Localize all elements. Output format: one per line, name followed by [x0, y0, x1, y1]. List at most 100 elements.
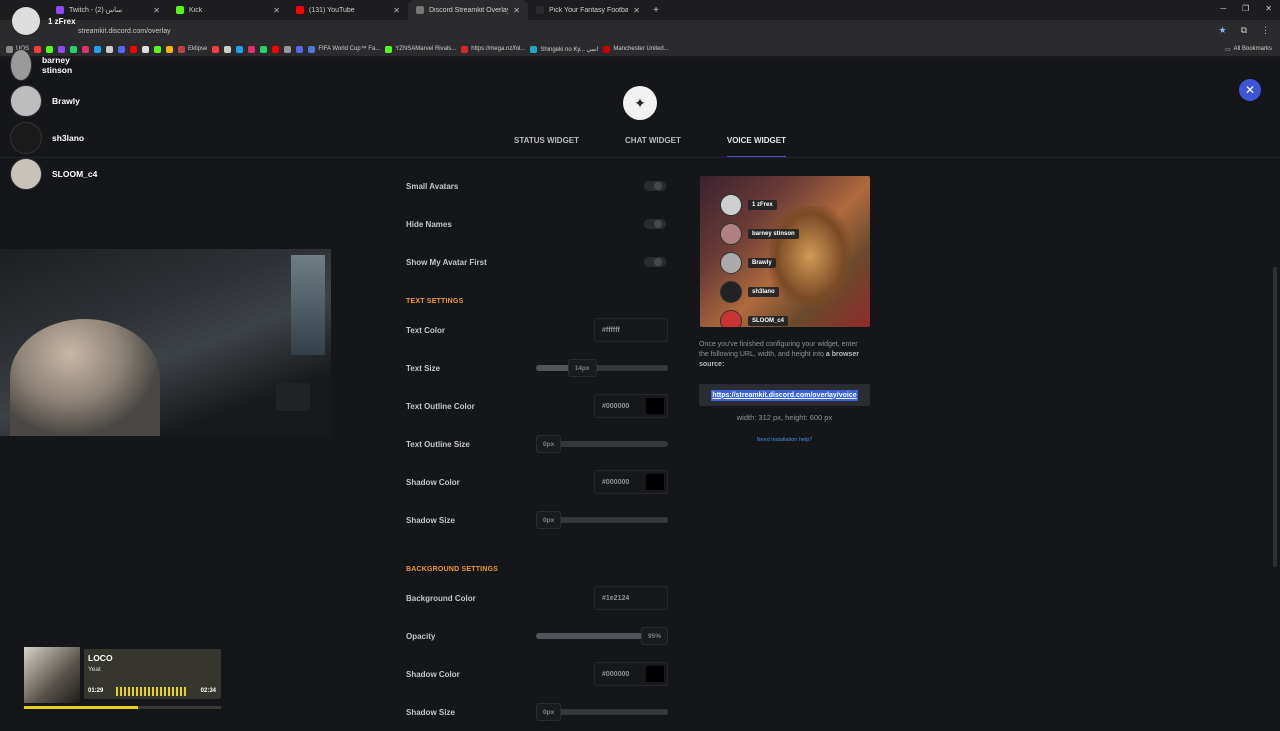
setting-opacity: Opacity 95% — [406, 617, 669, 655]
slider-handle[interactable]: 14px — [567, 359, 597, 377]
overlay-dimensions: width: 312 px, height: 600 px — [736, 413, 833, 422]
track-info: LOCO Yeat 01:29 02:34 — [84, 649, 221, 699]
close-tab-icon[interactable]: ✕ — [513, 6, 520, 15]
url-text[interactable]: streamkit.discord.com/overlay — [78, 28, 171, 35]
voice-user: Brawly — [10, 85, 80, 117]
bookmark-icon[interactable] — [82, 45, 90, 53]
text-color-input[interactable]: #ffffff — [594, 318, 668, 342]
text-size-slider[interactable]: 14px — [536, 359, 668, 377]
bookmark-man-united[interactable]: Manchester United... — [603, 45, 669, 53]
preview-user: barney stinson — [720, 223, 799, 245]
slider-handle[interactable]: 0px — [536, 511, 562, 529]
overlay-url-field[interactable]: https://streamkit.discord.com/overlay/vo… — [699, 384, 870, 406]
bookmark-icon[interactable] — [106, 45, 114, 53]
installation-help-link[interactable]: Need installation help? — [699, 437, 870, 443]
bookmark-icon[interactable] — [248, 45, 256, 53]
bookmark-marvel-rivals[interactable]: YZNSAMarvel Rivals... — [385, 45, 456, 53]
bookmark-label: FIFA World Cup™ Fa... — [318, 46, 381, 52]
bookmark-icon[interactable] — [94, 45, 102, 53]
color-value: #000000 — [602, 402, 630, 410]
color-swatch[interactable] — [646, 666, 664, 682]
shadow-color-input[interactable]: #000000 — [594, 470, 668, 494]
maximize-icon[interactable]: ❐ — [1242, 4, 1249, 13]
bookmark-icon[interactable] — [130, 45, 138, 53]
tab-status-widget[interactable]: STATUS WIDGET — [514, 136, 579, 158]
bookmark-icon[interactable] — [142, 45, 150, 53]
top-voice-user: 1 zFrex — [12, 7, 76, 35]
color-swatch[interactable] — [646, 398, 664, 414]
bookmark-icon[interactable] — [260, 45, 268, 53]
background-color-input[interactable]: #1e2124 — [594, 586, 668, 610]
text-outline-size-slider[interactable]: 0px — [536, 435, 668, 453]
slider-handle[interactable]: 95% — [641, 627, 669, 645]
bookmark-icon[interactable] — [166, 45, 174, 53]
extensions-icon[interactable]: ⧉ — [1241, 25, 1247, 36]
close-tab-icon[interactable]: ✕ — [153, 6, 160, 15]
fifa-icon — [308, 45, 316, 53]
voice-username: Brawly — [52, 96, 80, 106]
tab-voice-widget[interactable]: VOICE WIDGET — [726, 136, 786, 158]
tab-youtube[interactable]: (131) YouTube ✕ — [288, 0, 408, 20]
hide-names-toggle[interactable] — [644, 219, 666, 229]
bg-shadow-color-input[interactable]: #000000 — [594, 662, 668, 686]
man-united-icon — [603, 45, 611, 53]
monitor-graphic — [291, 255, 325, 355]
voice-username: barney stinson — [41, 55, 73, 75]
tab-label: (131) YouTube — [309, 6, 355, 14]
new-tab-button[interactable]: + — [648, 5, 664, 16]
tab-discord-streamkit[interactable]: Discord Streamkit Overlay ✕ — [408, 0, 528, 20]
slider-handle[interactable]: 0px — [536, 435, 562, 453]
close-tab-icon[interactable]: ✕ — [633, 6, 640, 15]
color-value: #ffffff — [602, 326, 620, 334]
bookmark-icon[interactable] — [154, 45, 162, 53]
bg-shadow-size-slider[interactable]: 0px — [536, 703, 668, 721]
tab-fantasy-football[interactable]: Pick Your Fantasy Football Team ✕ — [528, 0, 648, 20]
minimize-icon[interactable]: ─ — [1220, 4, 1226, 13]
slider-value: 0px — [543, 440, 555, 448]
bookmark-icon[interactable] — [224, 45, 232, 53]
tab-chat-widget[interactable]: CHAT WIDGET — [625, 136, 681, 158]
bookmark-icon[interactable] — [236, 45, 244, 53]
page-scrollbar[interactable] — [1273, 157, 1277, 720]
color-swatch[interactable] — [646, 474, 664, 490]
window-close-icon[interactable]: ✕ — [1265, 4, 1272, 13]
setting-background-color: Background Color #1e2124 — [406, 579, 668, 617]
bookmark-icon[interactable] — [212, 45, 220, 53]
bookmark-icon[interactable] — [272, 45, 280, 53]
bookmark-icon[interactable] — [296, 45, 304, 53]
scrollbar-thumb[interactable] — [1273, 267, 1277, 567]
bookmark-mega[interactable]: https://mega.nz/fol... — [461, 45, 525, 53]
bookmark-star-icon[interactable]: ★ — [1218, 25, 1226, 36]
opacity-slider[interactable]: 95% — [536, 627, 669, 645]
bookmark-icon[interactable] — [118, 45, 126, 53]
text-outline-color-input[interactable]: #000000 — [594, 394, 668, 418]
preview-username: sh3lano — [748, 287, 779, 297]
preview-username: Brawly — [748, 258, 776, 268]
shadow-size-slider[interactable]: 0px — [536, 511, 668, 529]
tab-label: Twitch - ساس (2) — [69, 7, 123, 14]
close-tab-icon[interactable]: ✕ — [393, 6, 400, 15]
setting-text-outline-color: Text Outline Color #000000 — [406, 387, 668, 425]
avatar — [10, 158, 42, 190]
kick-icon — [385, 45, 393, 53]
setting-shadow-size: Shadow Size 0px — [406, 501, 668, 539]
slider-handle[interactable]: 0px — [536, 703, 562, 721]
overlay-url[interactable]: https://streamkit.discord.com/overlay/vo… — [711, 389, 858, 401]
bookmark-eklipse[interactable]: Eklipse — [178, 45, 207, 53]
menu-icon[interactable]: ⋮ — [1261, 25, 1270, 36]
address-bar[interactable]: streamkit.discord.com/overlay ★ ⧉ ⋮ — [0, 20, 1280, 42]
bookmark-fifa[interactable]: FIFA World Cup™ Fa... — [308, 45, 381, 53]
bookmark-all[interactable]: ▭ All Bookmarks — [1225, 46, 1272, 53]
bookmark-icon[interactable] — [284, 45, 292, 53]
bookmark-shingeki[interactable]: Shingeki no Ky... انمي — [530, 45, 598, 53]
close-button[interactable]: ✕ — [1239, 79, 1261, 101]
text-settings-heading: TEXT SETTINGS — [406, 298, 464, 305]
tab-kick[interactable]: Kick ✕ — [168, 0, 288, 20]
close-tab-icon[interactable]: ✕ — [273, 6, 280, 15]
setting-small-avatars: Small Avatars — [406, 167, 668, 205]
preview-user: 1 zFrex — [720, 194, 777, 216]
small-avatars-toggle[interactable] — [644, 181, 666, 191]
show-avatar-first-toggle[interactable] — [644, 257, 666, 267]
preview-username: barney stinson — [748, 229, 799, 239]
avatar — [720, 281, 742, 303]
